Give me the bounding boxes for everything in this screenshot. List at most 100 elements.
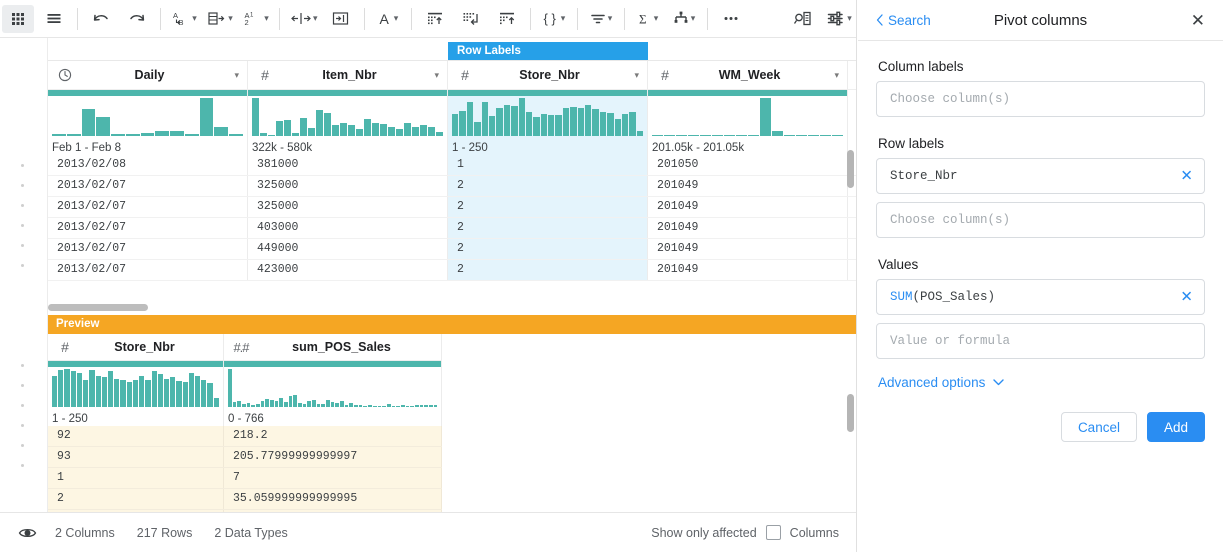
row-labels-input-empty[interactable]: Choose column(s) (876, 202, 1205, 238)
visibility-icon[interactable] (18, 526, 37, 540)
toolbar-divider (160, 8, 161, 30)
source-cell[interactable]: 325000 (248, 197, 448, 217)
source-cell[interactable]: 201049 (648, 176, 848, 196)
merge-column-icon[interactable] (325, 5, 357, 33)
column-accent-bar (48, 361, 223, 367)
chevron-down-icon[interactable]: ▾ (825, 70, 839, 81)
chevron-down-icon[interactable]: ▾ (225, 70, 239, 81)
preview-cell[interactable]: 93 (48, 447, 224, 467)
braces-icon[interactable]: { } ▾ (538, 5, 570, 33)
horizontal-scrollbar[interactable] (48, 304, 148, 311)
values-input-filled[interactable]: SUM(POS_Sales) ✕ (876, 279, 1205, 315)
preview-cell[interactable]: 1 (48, 468, 224, 488)
row-labels-value: Store_Nbr (890, 169, 958, 183)
source-cell[interactable]: 449000 (248, 239, 448, 259)
cancel-button[interactable]: Cancel (1061, 412, 1137, 442)
back-to-search-button[interactable]: Search (876, 13, 931, 28)
source-cell[interactable]: 2013/02/07 (48, 218, 248, 238)
source-cell[interactable]: 403000 (248, 218, 448, 238)
more-icon[interactable] (715, 5, 747, 33)
grid-view-icon[interactable] (2, 5, 34, 33)
add-button[interactable]: Add (1147, 412, 1205, 442)
close-icon[interactable]: ✕ (1191, 12, 1205, 29)
chevron-down-icon: ▾ (654, 14, 659, 23)
source-cell[interactable]: 2013/02/07 (48, 260, 248, 280)
source-cell[interactable]: 201049 (648, 197, 848, 217)
move-column-icon[interactable]: ▾ (204, 5, 236, 33)
source-cell[interactable]: 325000 (248, 176, 448, 196)
source-cell[interactable]: 2013/02/07 (48, 176, 248, 196)
columns-toggle-label[interactable]: Columns (790, 526, 839, 540)
source-column-histogram-daily: Feb 1 - Feb 8 (48, 90, 248, 155)
source-cell[interactable]: 2 (448, 239, 648, 259)
histogram (52, 369, 219, 407)
split-column-icon[interactable]: ▾ (287, 5, 321, 33)
source-cell[interactable]: 381000 (248, 155, 448, 175)
preview-column-header-sum_pos_sales[interactable]: #.#sum_POS_Sales (224, 334, 442, 360)
app-root: AB ▾ ▾ A12 ▾ ▾ A ▾ (0, 0, 1223, 552)
find-replace-icon[interactable] (787, 5, 819, 33)
filter-icon[interactable]: ▾ (585, 5, 617, 33)
source-cell[interactable]: 201049 (648, 260, 848, 280)
source-cell[interactable]: 2013/02/07 (48, 239, 248, 259)
settings-sliders-icon[interactable]: ▾ (823, 5, 855, 33)
toolbar-divider (577, 8, 578, 30)
values-input-empty[interactable]: Value or formula (876, 323, 1205, 359)
list-view-icon[interactable] (38, 5, 70, 33)
source-cell[interactable]: 2 (448, 176, 648, 196)
undo-icon[interactable] (85, 5, 117, 33)
pivot-columns-panel: Search Pivot columns ✕ Column labels Cho… (858, 0, 1223, 552)
list-item: 17 (48, 468, 442, 489)
source-column-header-wm_week[interactable]: #WM_Week▾ (648, 61, 848, 89)
preview-vertical-scrollbar[interactable] (847, 394, 854, 432)
source-cell[interactable]: 2 (448, 197, 648, 217)
column-labels-input[interactable]: Choose column(s) (876, 81, 1205, 117)
preview-cell[interactable]: 92 (48, 426, 224, 446)
source-cell[interactable]: 201049 (648, 239, 848, 259)
clear-value-icon[interactable]: ✕ (1180, 290, 1193, 305)
toolbar-divider (624, 8, 625, 30)
preview-column-header-store_nbr[interactable]: #Store_Nbr (48, 334, 224, 360)
source-column-header-store_nbr[interactable]: #Store_Nbr▾ (448, 61, 648, 89)
row-labels-tag: Row Labels (448, 42, 648, 60)
redo-icon[interactable] (121, 5, 153, 33)
row-labels-label: Row labels (878, 136, 1205, 151)
chevron-down-icon[interactable]: ▾ (625, 70, 639, 81)
clear-row-label-icon[interactable]: ✕ (1180, 169, 1193, 184)
preview-cell[interactable]: 218.2 (224, 426, 442, 446)
source-vertical-scrollbar[interactable] (847, 150, 854, 188)
join-icon[interactable]: ▾ (668, 5, 700, 33)
source-column-header-item_nbr[interactable]: #Item_Nbr▾ (248, 61, 448, 89)
preview-cell[interactable]: 7 (224, 468, 442, 488)
show-only-affected-checkbox[interactable] (766, 525, 781, 540)
source-column-header-daily[interactable]: Daily▾ (48, 61, 248, 89)
preview-cell[interactable]: 2 (48, 489, 224, 509)
column-accent-bar (448, 90, 647, 96)
rows-count: 217 Rows (137, 526, 193, 540)
pivot-icon[interactable] (419, 5, 451, 33)
source-cell[interactable]: 2013/02/08 (48, 155, 248, 175)
source-cell[interactable]: 2013/02/07 (48, 197, 248, 217)
transpose-icon[interactable] (491, 5, 523, 33)
source-cell[interactable]: 423000 (248, 260, 448, 280)
source-cell[interactable]: 201050 (648, 155, 848, 175)
source-cell[interactable]: 2 (448, 260, 648, 280)
source-cell[interactable]: 201049 (648, 218, 848, 238)
column-range: 1 - 250 (452, 142, 488, 154)
advanced-options-toggle[interactable]: Advanced options (878, 375, 1205, 390)
unpivot-icon[interactable] (455, 5, 487, 33)
preview-column-name: sum_POS_Sales (250, 340, 433, 354)
format-text-icon[interactable]: A ▾ (372, 5, 404, 33)
source-cell[interactable]: 1 (448, 155, 648, 175)
sort-text-icon[interactable]: AB ▾ (168, 5, 200, 33)
convert-type-icon[interactable]: A12 ▾ (240, 5, 272, 33)
preview-cell[interactable]: 205.77999999999997 (224, 447, 442, 467)
preview-cell[interactable]: 35.059999999999995 (224, 489, 442, 509)
values-function-arg: (POS_Sales) (913, 290, 996, 304)
chevron-down-icon[interactable]: ▾ (425, 70, 439, 81)
source-cell[interactable]: 2 (448, 218, 648, 238)
table-row: 2013/02/083810001201050 (48, 155, 857, 176)
preview-column-histogram-sum_pos_sales: 0 - 766 (224, 361, 442, 426)
row-labels-input-filled[interactable]: Store_Nbr ✕ (876, 158, 1205, 194)
sigma-icon[interactable]: Σ ▾ (632, 5, 664, 33)
